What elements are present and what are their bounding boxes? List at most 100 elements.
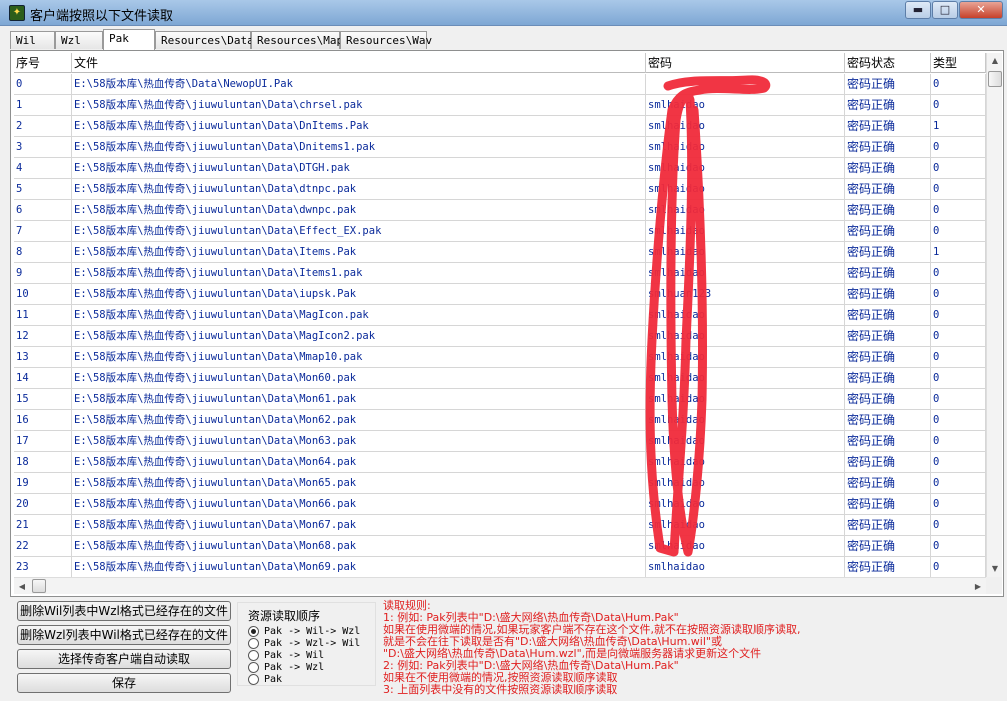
table-row[interactable]: 23 E:\58版本库\热血传奇\jiuwuluntan\Data\Mon69.p… — [14, 557, 986, 577]
type-cell[interactable]: 0 — [931, 95, 986, 116]
table-row[interactable]: 21 E:\58版本库\热血传奇\jiuwuluntan\Data\Mon67.p… — [14, 515, 986, 536]
type-cell[interactable]: 0 — [931, 515, 986, 536]
scroll-right-icon[interactable]: ▶ — [970, 578, 986, 595]
save-button[interactable]: 保存 — [17, 673, 231, 693]
index-cell[interactable]: 20 — [14, 494, 72, 515]
file-cell[interactable]: E:\58版本库\热血传奇\jiuwuluntan\Data\MagIcon2.… — [72, 326, 646, 347]
radio-dot[interactable] — [248, 650, 259, 661]
status-cell[interactable]: 密码正确 — [845, 95, 931, 116]
status-cell[interactable]: 密码正确 — [845, 158, 931, 179]
maximize-button[interactable]: □ — [932, 1, 958, 19]
file-cell[interactable]: E:\58版本库\热血传奇\jiuwuluntan\Data\Mon69.pak — [72, 557, 646, 577]
file-cell[interactable]: E:\58版本库\热血传奇\jiuwuluntan\Data\Mon60.pak — [72, 368, 646, 389]
index-cell[interactable]: 14 — [14, 368, 72, 389]
password-cell[interactable]: smlhaidao — [646, 452, 845, 473]
index-cell[interactable]: 11 — [14, 305, 72, 326]
index-cell[interactable]: 19 — [14, 473, 72, 494]
index-cell[interactable]: 12 — [14, 326, 72, 347]
table-row[interactable]: 16 E:\58版本库\热血传奇\jiuwuluntan\Data\Mon62.p… — [14, 410, 986, 431]
type-cell[interactable]: 0 — [931, 431, 986, 452]
type-cell[interactable]: 0 — [931, 137, 986, 158]
table-row[interactable]: 5 E:\58版本库\热血传奇\jiuwuluntan\Data\dtnpc.pa… — [14, 179, 986, 200]
radio-dot[interactable] — [248, 662, 259, 673]
file-cell[interactable]: E:\58版本库\热血传奇\jiuwuluntan\Data\Mmap10.pa… — [72, 347, 646, 368]
type-cell[interactable]: 1 — [931, 116, 986, 137]
password-cell[interactable]: smlhaidao — [646, 494, 845, 515]
table-row[interactable]: 10 E:\58版本库\热血传奇\jiuwuluntan\Data\iupsk.P… — [14, 284, 986, 305]
file-cell[interactable]: E:\58版本库\热血传奇\jiuwuluntan\Data\Dnitems1.… — [72, 137, 646, 158]
file-cell[interactable]: E:\58版本库\热血传奇\jiuwuluntan\Data\dwnpc.pak — [72, 200, 646, 221]
password-cell[interactable]: smlhaidao — [646, 179, 845, 200]
file-cell[interactable]: E:\58版本库\热血传奇\jiuwuluntan\Data\Mon64.pak — [72, 452, 646, 473]
file-cell[interactable]: E:\58版本库\热血传奇\jiuwuluntan\Data\Mon65.pak — [72, 473, 646, 494]
status-cell[interactable]: 密码正确 — [845, 347, 931, 368]
tab-resources-map[interactable]: Resources\Map — [251, 31, 343, 49]
table-row[interactable]: 22 E:\58版本库\热血传奇\jiuwuluntan\Data\Mon68.p… — [14, 536, 986, 557]
password-cell[interactable]: smlhaidao — [646, 431, 845, 452]
file-grid[interactable]: 序号 文件 密码 密码状态 类型 0 E:\58版本库\热血传奇\Data\New… — [14, 53, 986, 577]
password-cell[interactable]: smlhaidao — [646, 200, 845, 221]
password-cell[interactable]: smlhaidao — [646, 221, 845, 242]
password-cell[interactable]: smlhaidao — [646, 95, 845, 116]
password-cell[interactable]: smlhaidao — [646, 116, 845, 137]
table-row[interactable]: 20 E:\58版本库\热血传奇\jiuwuluntan\Data\Mon66.p… — [14, 494, 986, 515]
table-row[interactable]: 1 E:\58版本库\热血传奇\jiuwuluntan\Data\chrsel.p… — [14, 95, 986, 116]
index-cell[interactable]: 5 — [14, 179, 72, 200]
file-cell[interactable]: E:\58版本库\热血传奇\jiuwuluntan\Data\chrsel.pa… — [72, 95, 646, 116]
column-header-type[interactable]: 类型 — [931, 53, 986, 73]
type-cell[interactable]: 0 — [931, 74, 986, 95]
status-cell[interactable]: 密码正确 — [845, 137, 931, 158]
type-cell[interactable]: 1 — [931, 242, 986, 263]
password-cell[interactable]: smlhaidao — [646, 347, 845, 368]
type-cell[interactable]: 0 — [931, 410, 986, 431]
table-row[interactable]: 7 E:\58版本库\热血传奇\jiuwuluntan\Data\Effect_E… — [14, 221, 986, 242]
status-cell[interactable]: 密码正确 — [845, 326, 931, 347]
status-cell[interactable]: 密码正确 — [845, 242, 931, 263]
password-cell[interactable]: smlhaidao — [646, 326, 845, 347]
status-cell[interactable]: 密码正确 — [845, 179, 931, 200]
password-cell[interactable]: smlhaidao — [646, 473, 845, 494]
status-cell[interactable]: 密码正确 — [845, 557, 931, 577]
password-cell[interactable]: smlhaidao — [646, 515, 845, 536]
file-cell[interactable]: E:\58版本库\热血传奇\Data\NewopUI.Pak — [72, 74, 646, 95]
password-cell[interactable]: smlhaidao — [646, 389, 845, 410]
table-row[interactable]: 11 E:\58版本库\热血传奇\jiuwuluntan\Data\MagIcon… — [14, 305, 986, 326]
type-cell[interactable]: 0 — [931, 221, 986, 242]
type-cell[interactable]: 0 — [931, 305, 986, 326]
index-cell[interactable]: 17 — [14, 431, 72, 452]
index-cell[interactable]: 18 — [14, 452, 72, 473]
select-client-button[interactable]: 选择传奇客户端自动读取 — [17, 649, 231, 669]
index-cell[interactable]: 6 — [14, 200, 72, 221]
file-cell[interactable]: E:\58版本库\热血传奇\jiuwuluntan\Data\Mon62.pak — [72, 410, 646, 431]
type-cell[interactable]: 0 — [931, 200, 986, 221]
index-cell[interactable]: 10 — [14, 284, 72, 305]
radio-dot[interactable] — [248, 674, 259, 685]
file-cell[interactable]: E:\58版本库\热血传奇\jiuwuluntan\Data\Mon68.pak — [72, 536, 646, 557]
type-cell[interactable]: 0 — [931, 368, 986, 389]
table-row[interactable]: 2 E:\58版本库\热血传奇\jiuwuluntan\Data\DnItems.… — [14, 116, 986, 137]
password-cell[interactable]: smlhaidao — [646, 242, 845, 263]
file-cell[interactable]: E:\58版本库\热血传奇\jiuwuluntan\Data\DTGH.pak — [72, 158, 646, 179]
table-row[interactable]: 13 E:\58版本库\热血传奇\jiuwuluntan\Data\Mmap10.… — [14, 347, 986, 368]
column-header-file[interactable]: 文件 — [72, 53, 646, 73]
type-cell[interactable]: 0 — [931, 494, 986, 515]
type-cell[interactable]: 0 — [931, 326, 986, 347]
tab-pak[interactable]: Pak — [103, 29, 155, 50]
password-cell[interactable] — [646, 74, 845, 95]
status-cell[interactable]: 密码正确 — [845, 200, 931, 221]
delete-wzl-duplicates-button[interactable]: 删除Wzl列表中Wil格式已经存在的文件 — [17, 625, 231, 645]
index-cell[interactable]: 0 — [14, 74, 72, 95]
tab-wil[interactable]: Wil — [10, 31, 55, 49]
status-cell[interactable]: 密码正确 — [845, 536, 931, 557]
file-cell[interactable]: E:\58版本库\热血传奇\jiuwuluntan\Data\Mon66.pak — [72, 494, 646, 515]
type-cell[interactable]: 0 — [931, 179, 986, 200]
table-row[interactable]: 15 E:\58版本库\热血传奇\jiuwuluntan\Data\Mon61.p… — [14, 389, 986, 410]
type-cell[interactable]: 0 — [931, 158, 986, 179]
type-cell[interactable]: 0 — [931, 347, 986, 368]
status-cell[interactable]: 密码正确 — [845, 221, 931, 242]
file-cell[interactable]: E:\58版本库\热血传奇\jiuwuluntan\Data\DnItems.P… — [72, 116, 646, 137]
minimize-button[interactable]: ▬ — [905, 1, 931, 19]
title-bar[interactable]: ✦ 客户端按照以下文件读取 ▬ □ ✕ — [0, 0, 1007, 26]
index-cell[interactable]: 1 — [14, 95, 72, 116]
close-button[interactable]: ✕ — [959, 1, 1003, 19]
